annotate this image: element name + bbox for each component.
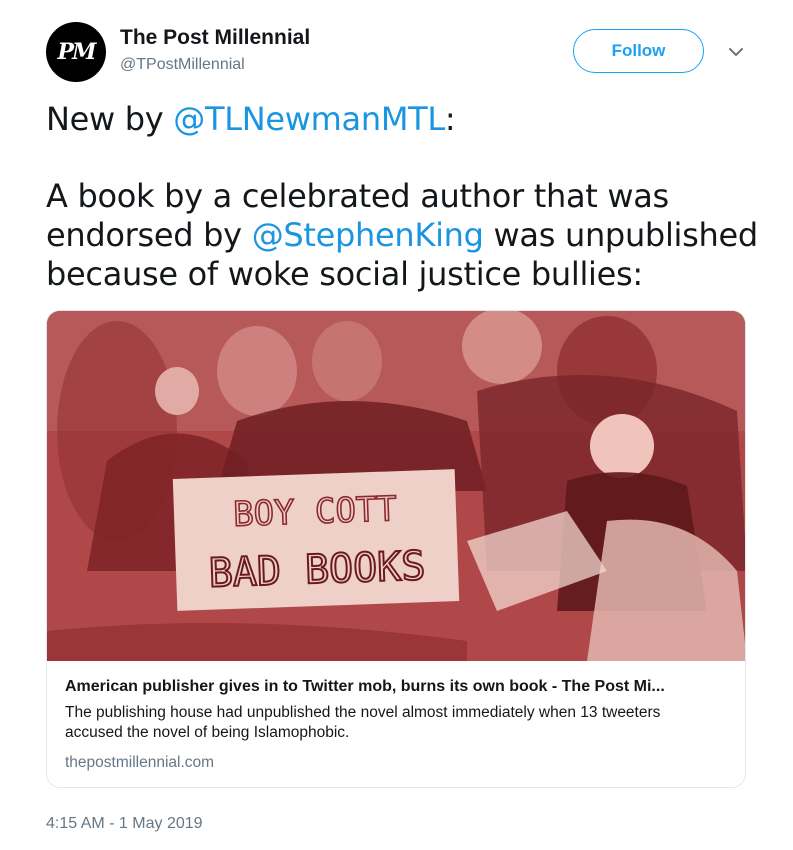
tweet-line-2: A book by a celebrated author that was: [46, 177, 669, 215]
card-body[interactable]: American publisher gives in to Twitter m…: [47, 661, 745, 787]
tweet-header: PM The Post Millennial @TPostMillennial …: [46, 22, 756, 82]
mention-link[interactable]: @TLNewmanMTL: [173, 100, 445, 138]
sign-text-line1: BOY COTT: [232, 489, 397, 535]
mention-link[interactable]: @StephenKing: [252, 216, 484, 254]
tweet-text: New by @TLNewmanMTL: A book by a celebra…: [46, 100, 758, 294]
follow-button[interactable]: Follow: [573, 29, 704, 73]
avatar-logo-text: PM: [57, 39, 97, 65]
avatar[interactable]: PM: [46, 22, 106, 82]
link-card[interactable]: BOY COTT BAD BOOKS American publisher gi…: [46, 310, 746, 788]
account-name[interactable]: The Post Millennial: [120, 26, 310, 50]
card-description: The publishing house had unpublished the…: [65, 704, 661, 741]
tweet-line-3: endorsed by @StephenKing was unpublished: [46, 216, 758, 254]
sign-text-line2: BAD BOOKS: [208, 543, 426, 597]
tweet-line-4: because of woke social justice bullies:: [46, 255, 643, 293]
chevron-down-icon[interactable]: [726, 42, 746, 62]
card-image[interactable]: BOY COTT BAD BOOKS: [47, 311, 745, 661]
card-title[interactable]: American publisher gives in to Twitter m…: [65, 677, 729, 697]
tweet-timestamp[interactable]: 4:15 AM - 1 May 2019: [46, 815, 203, 833]
tweet-line-1: New by @TLNewmanMTL:: [46, 100, 456, 138]
card-domain: thepostmillennial.com: [65, 754, 215, 771]
account-handle[interactable]: @TPostMillennial: [120, 56, 245, 74]
